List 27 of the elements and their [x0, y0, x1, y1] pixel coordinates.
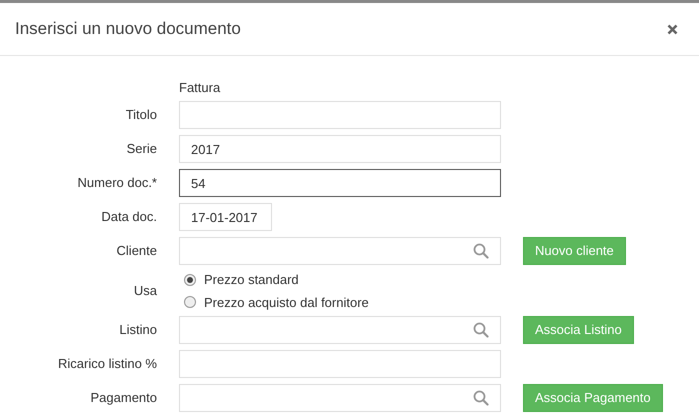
search-icon [473, 322, 489, 338]
dialog-title: Inserisci un nuovo documento [15, 18, 241, 40]
search-icon [473, 390, 489, 406]
close-icon[interactable] [667, 24, 678, 34]
input-field[interactable]: 2017 [179, 135, 501, 163]
date-field[interactable]: 17-01-2017 [179, 203, 272, 231]
input-field[interactable] [179, 350, 501, 378]
field-label: Data doc. [101, 209, 157, 224]
document-type: Fattura [179, 80, 220, 95]
field-label: Titolo [126, 107, 157, 122]
field-label: Pagamento [90, 390, 157, 405]
search-field[interactable] [179, 384, 501, 412]
field-label: Ricarico listino % [58, 356, 157, 371]
search-field[interactable] [179, 316, 501, 344]
radio-label: Prezzo acquisto dal fornitore [204, 294, 369, 312]
radio-button[interactable] [184, 274, 196, 286]
field-label: Listino [119, 322, 157, 337]
input-field[interactable] [179, 101, 501, 129]
search-field[interactable] [179, 237, 501, 265]
input-field[interactable]: 54 [179, 169, 501, 197]
search-icon [473, 243, 489, 259]
radio-label: Prezzo standard [204, 271, 299, 289]
field-label: Cliente [116, 243, 157, 258]
radio-button[interactable] [184, 296, 196, 308]
field-label: Numero doc.* [78, 175, 157, 190]
field-label: Usa [134, 283, 157, 298]
field-label: Serie [126, 141, 157, 156]
